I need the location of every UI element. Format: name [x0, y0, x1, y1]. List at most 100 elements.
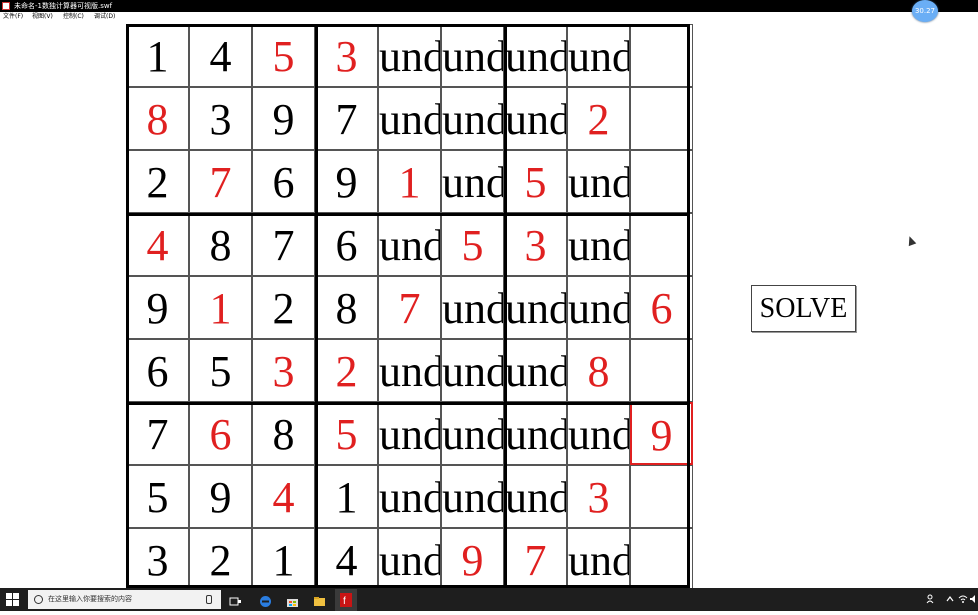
sudoku-cell[interactable]: undefined — [378, 402, 441, 465]
sudoku-cell[interactable]: 1 — [315, 465, 378, 528]
store-icon[interactable] — [286, 593, 299, 607]
sudoku-cell[interactable] — [630, 87, 693, 150]
sudoku-cell[interactable]: undefined — [567, 402, 630, 465]
sudoku-cell[interactable]: 5 — [315, 402, 378, 465]
sudoku-cell[interactable]: undefined — [504, 276, 567, 339]
sudoku-cell[interactable]: 7 — [378, 276, 441, 339]
task-view-icon[interactable] — [229, 593, 242, 606]
menu-view[interactable]: 视图(V) — [32, 12, 53, 22]
sudoku-cell[interactable]: 4 — [126, 213, 189, 276]
sudoku-cell[interactable]: undefined — [567, 150, 630, 213]
sudoku-cell[interactable] — [630, 465, 693, 528]
flash-player-icon[interactable]: f — [335, 589, 357, 611]
sudoku-cell[interactable]: undefined — [378, 87, 441, 150]
sudoku-cell[interactable]: undefined — [378, 213, 441, 276]
sudoku-cell[interactable] — [630, 528, 693, 591]
sudoku-cell[interactable]: undefined — [504, 465, 567, 528]
sudoku-cell[interactable]: 9 — [441, 528, 504, 591]
sudoku-cell[interactable]: 2 — [189, 528, 252, 591]
sudoku-cell[interactable]: undefined — [378, 24, 441, 87]
sudoku-cell[interactable]: 4 — [315, 528, 378, 591]
windows-start-icon[interactable] — [6, 593, 19, 606]
sudoku-cell[interactable]: 2 — [315, 339, 378, 402]
sudoku-cell[interactable]: 6 — [630, 276, 693, 339]
sudoku-cell[interactable]: 5 — [189, 339, 252, 402]
sudoku-cell[interactable]: undefined — [378, 465, 441, 528]
sudoku-cell[interactable]: 7 — [252, 213, 315, 276]
sudoku-cell[interactable]: 6 — [126, 339, 189, 402]
sudoku-cell[interactable]: 6 — [315, 213, 378, 276]
sudoku-cell[interactable]: 5 — [504, 150, 567, 213]
sudoku-cell[interactable] — [630, 213, 693, 276]
sudoku-cell[interactable]: undefined — [504, 24, 567, 87]
chevron-up-icon[interactable] — [945, 594, 955, 606]
sudoku-cell[interactable]: 9 — [189, 465, 252, 528]
person-icon[interactable] — [926, 594, 936, 606]
sudoku-cell[interactable]: 9 — [630, 402, 693, 465]
sudoku-cell[interactable]: undefined — [378, 339, 441, 402]
sudoku-cell[interactable] — [630, 24, 693, 87]
sudoku-cell[interactable]: undefined — [441, 402, 504, 465]
sudoku-cell[interactable]: 2 — [252, 276, 315, 339]
sudoku-cell[interactable]: 7 — [504, 528, 567, 591]
sudoku-cell[interactable]: 3 — [567, 465, 630, 528]
sudoku-cell[interactable]: 7 — [315, 87, 378, 150]
sudoku-cell[interactable]: 9 — [126, 276, 189, 339]
sudoku-cell[interactable]: 9 — [252, 87, 315, 150]
sudoku-cell[interactable]: undefined — [378, 528, 441, 591]
sudoku-cell[interactable]: undefined — [504, 402, 567, 465]
sudoku-cell[interactable]: undefined — [441, 87, 504, 150]
sudoku-cell[interactable]: 8 — [252, 402, 315, 465]
sudoku-cell[interactable]: 4 — [252, 465, 315, 528]
sudoku-cell[interactable]: 7 — [189, 150, 252, 213]
sudoku-cell[interactable]: 3 — [315, 24, 378, 87]
sudoku-cell[interactable]: 3 — [252, 339, 315, 402]
sudoku-cell[interactable]: 6 — [189, 402, 252, 465]
sudoku-cell[interactable]: undefined — [441, 339, 504, 402]
sudoku-cell[interactable]: undefined — [567, 213, 630, 276]
sudoku-cell[interactable]: 8 — [126, 87, 189, 150]
sudoku-cell[interactable]: 8 — [567, 339, 630, 402]
sudoku-cell[interactable]: 9 — [315, 150, 378, 213]
sudoku-cell[interactable]: 1 — [252, 528, 315, 591]
sudoku-grid: 1453undefinedundefinedundefinedundefined… — [126, 24, 693, 591]
volume-icon[interactable] — [969, 594, 978, 606]
sudoku-cell[interactable]: 3 — [189, 87, 252, 150]
sudoku-cell[interactable] — [630, 339, 693, 402]
sudoku-cell[interactable]: 5 — [252, 24, 315, 87]
sudoku-cell[interactable]: undefined — [567, 528, 630, 591]
sudoku-cell[interactable]: 1 — [378, 150, 441, 213]
sudoku-cell[interactable]: undefined — [441, 465, 504, 528]
sudoku-cell[interactable]: undefined — [567, 276, 630, 339]
sudoku-cell[interactable]: 3 — [126, 528, 189, 591]
sudoku-cell[interactable]: 6 — [252, 150, 315, 213]
sudoku-cell[interactable]: 1 — [189, 276, 252, 339]
edge-icon[interactable] — [259, 593, 272, 607]
sudoku-cell[interactable]: 4 — [189, 24, 252, 87]
sudoku-cell[interactable]: undefined — [567, 24, 630, 87]
sudoku-cell[interactable]: undefined — [441, 276, 504, 339]
sudoku-cell[interactable]: 7 — [126, 402, 189, 465]
menu-control[interactable]: 控制(C) — [63, 12, 84, 22]
sudoku-cell[interactable]: 1 — [126, 24, 189, 87]
microphone-icon[interactable] — [206, 595, 212, 604]
network-icon[interactable] — [958, 594, 968, 606]
menu-debug[interactable]: 调试(D) — [94, 12, 115, 22]
menu-file[interactable]: 文件(F) — [3, 12, 23, 22]
sudoku-cell[interactable]: 2 — [126, 150, 189, 213]
sudoku-cell[interactable]: 8 — [315, 276, 378, 339]
sudoku-cell[interactable]: 5 — [126, 465, 189, 528]
sudoku-cell[interactable]: 5 — [441, 213, 504, 276]
sudoku-cell[interactable]: undefined — [441, 150, 504, 213]
sudoku-cell[interactable]: undefined — [441, 24, 504, 87]
file-explorer-icon[interactable] — [313, 593, 326, 606]
box-border-horizontal — [126, 213, 690, 216]
sudoku-cell[interactable]: 2 — [567, 87, 630, 150]
sudoku-cell[interactable]: undefined — [504, 87, 567, 150]
sudoku-cell[interactable]: 3 — [504, 213, 567, 276]
solve-button[interactable]: SOLVE — [751, 285, 856, 332]
taskbar-search-box[interactable]: 在这里输入你要搜索的内容 — [28, 590, 221, 609]
sudoku-cell[interactable]: undefined — [504, 339, 567, 402]
sudoku-cell[interactable]: 8 — [189, 213, 252, 276]
sudoku-cell[interactable] — [630, 150, 693, 213]
